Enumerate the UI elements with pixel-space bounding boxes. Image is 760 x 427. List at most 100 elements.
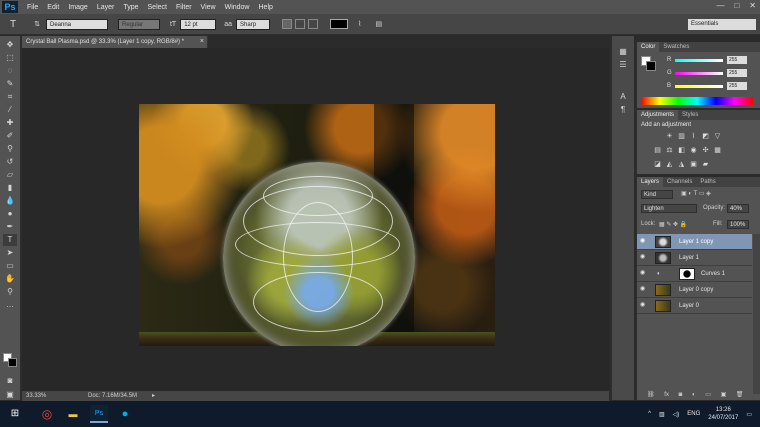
zoom-tool-icon[interactable]: ⚲ — [3, 286, 17, 298]
menu-type[interactable]: Type — [123, 4, 138, 11]
invert-icon[interactable]: ◪ — [653, 160, 662, 169]
color-spectrum[interactable] — [641, 97, 753, 105]
new-adjustment-icon[interactable]: ◐ — [692, 392, 696, 398]
orientation-toggle-icon[interactable]: ⇅ — [34, 20, 40, 28]
document-tab[interactable]: Crystal Ball Plasma.psd @ 33.3% (Layer 1… — [22, 36, 208, 48]
levels-icon[interactable]: ▥ — [677, 132, 686, 141]
menu-view[interactable]: View — [201, 4, 216, 11]
menu-edit[interactable]: Edit — [47, 4, 59, 11]
healing-brush-tool-icon[interactable]: ✚ — [3, 117, 17, 129]
tab-swatches[interactable]: Swatches — [659, 42, 693, 52]
delete-layer-icon[interactable]: 🗑 — [736, 392, 744, 398]
shape-tool-icon[interactable]: ▭ — [3, 260, 17, 272]
gradient-map-icon[interactable]: ▰ — [701, 160, 710, 169]
doc-size[interactable]: Doc: 7.16M/34.5M — [88, 391, 137, 401]
type-tool-preset-icon[interactable]: T — [10, 19, 16, 30]
character-panel-icon[interactable]: ▤ — [375, 20, 382, 28]
layer-row[interactable]: ◉ Layer 0 copy — [637, 282, 752, 298]
show-hidden-icons-icon[interactable]: ^ — [648, 411, 651, 417]
quick-select-tool-icon[interactable]: ✎ — [3, 78, 17, 90]
align-right-button[interactable] — [308, 19, 319, 29]
slider-track-r[interactable] — [675, 58, 723, 62]
tab-styles[interactable]: Styles — [678, 110, 702, 120]
slider-r[interactable]: R 255 — [667, 56, 747, 64]
brush-tool-icon[interactable]: ✐ — [3, 130, 17, 142]
photoshop-taskbar-icon[interactable]: Ps — [90, 405, 108, 423]
opacity-field[interactable]: 40% — [727, 204, 749, 213]
marquee-tool-icon[interactable]: ⬚ — [3, 52, 17, 64]
layer-name[interactable]: Layer 0 — [679, 298, 699, 314]
history-brush-tool-icon[interactable]: ↺ — [3, 156, 17, 168]
visibility-eye-icon[interactable]: ◉ — [640, 286, 645, 293]
font-style-select[interactable]: Regular — [117, 18, 160, 30]
language-indicator[interactable]: ENG — [687, 411, 700, 417]
document-image[interactable] — [139, 104, 495, 346]
channel-value-r[interactable]: 255 — [727, 56, 747, 64]
eraser-tool-icon[interactable]: ▱ — [3, 169, 17, 181]
fill-field[interactable]: 100% — [727, 220, 749, 229]
threshold-icon[interactable]: ◮ — [677, 160, 686, 169]
slider-g[interactable]: G 255 — [667, 69, 747, 77]
visibility-eye-icon[interactable]: ◉ — [640, 302, 645, 309]
channel-mixer-icon[interactable]: ✣ — [701, 146, 710, 155]
align-center-button[interactable] — [295, 19, 306, 29]
curves-icon[interactable]: ⌇ — [689, 132, 698, 141]
align-left-button[interactable] — [282, 19, 293, 29]
crop-tool-icon[interactable]: ⌗ — [3, 91, 17, 103]
layer-name[interactable]: Layer 1 copy — [679, 234, 713, 250]
file-explorer-icon[interactable]: ▬ — [64, 405, 82, 423]
notifications-icon[interactable]: ▭ — [746, 411, 752, 418]
visibility-eye-icon[interactable]: ◉ — [640, 238, 645, 245]
new-group-icon[interactable]: ▭ — [705, 392, 711, 398]
photo-filter-icon[interactable]: ◉ — [689, 146, 698, 155]
menu-layer[interactable]: Layer — [97, 4, 115, 11]
history-panel-icon[interactable]: ▦ — [616, 46, 630, 58]
link-layers-icon[interactable]: ⛓ — [647, 392, 655, 398]
filter-icons[interactable]: ▣ ◐ T ▭ ◈ — [681, 190, 711, 197]
windows-start-icon[interactable]: ⊞ — [6, 405, 24, 423]
slider-track-g[interactable] — [675, 71, 723, 75]
layer-name[interactable]: Layer 1 — [679, 250, 699, 266]
properties-panel-icon[interactable]: ☰ — [616, 59, 630, 71]
tab-adjustments[interactable]: Adjustments — [637, 110, 679, 120]
menu-help[interactable]: Help — [259, 4, 273, 11]
color-lookup-icon[interactable]: ▦ — [713, 146, 722, 155]
zoom-level[interactable]: 33.33% — [26, 391, 46, 401]
layer-row[interactable]: ◉ Layer 1 copy — [637, 234, 752, 250]
paragraph-panel-icon[interactable]: ¶ — [616, 104, 630, 116]
layers-scrollbar[interactable] — [753, 234, 760, 394]
visibility-eye-icon[interactable]: ◉ — [640, 270, 645, 277]
blur-tool-icon[interactable]: 💧 — [3, 195, 17, 207]
layer-row[interactable]: ◉ Layer 0 — [637, 298, 752, 314]
workspace-select[interactable]: Essentials — [688, 19, 756, 30]
minimize-button[interactable]: — — [716, 1, 724, 10]
font-family-select[interactable]: Deanna — [45, 18, 108, 30]
layer-style-icon[interactable]: fx — [664, 392, 669, 398]
selective-color-icon[interactable]: ▣ — [689, 160, 698, 169]
channel-value-b[interactable]: 255 — [727, 82, 747, 90]
path-selection-tool-icon[interactable]: ➤ — [3, 247, 17, 259]
menu-filter[interactable]: Filter — [176, 4, 192, 11]
clone-stamp-tool-icon[interactable]: ⚲ — [3, 143, 17, 155]
text-color-swatch[interactable] — [330, 19, 349, 29]
background-color-swatch[interactable] — [8, 358, 17, 367]
layer-name[interactable]: Curves 1 — [701, 266, 725, 282]
type-tool-icon[interactable]: T — [3, 234, 17, 246]
slider-b[interactable]: B 255 — [667, 82, 747, 90]
eyedropper-tool-icon[interactable]: ⁄ — [3, 104, 17, 116]
maximize-button[interactable]: □ — [734, 1, 739, 10]
hand-tool-icon[interactable]: ✋ — [3, 273, 17, 285]
layer-row[interactable]: ◉ ◐ Curves 1 — [637, 266, 752, 282]
black-white-icon[interactable]: ◧ — [677, 146, 686, 155]
vibrance-icon[interactable]: ▽ — [713, 132, 722, 141]
tab-channels[interactable]: Channels — [663, 177, 696, 187]
layer-name[interactable]: Layer 0 copy — [679, 282, 713, 298]
antialias-select[interactable]: Sharp — [236, 18, 271, 30]
new-layer-icon[interactable]: ▣ — [721, 392, 727, 398]
posterize-icon[interactable]: ◭ — [665, 160, 674, 169]
dodge-tool-icon[interactable]: ● — [3, 208, 17, 220]
gradient-tool-icon[interactable]: ▮ — [3, 182, 17, 194]
lock-icons[interactable]: ▦ ✎ ✥ 🔒 — [659, 221, 687, 228]
tab-paths[interactable]: Paths — [696, 177, 719, 187]
more-tools-icon[interactable]: … — [3, 299, 17, 311]
